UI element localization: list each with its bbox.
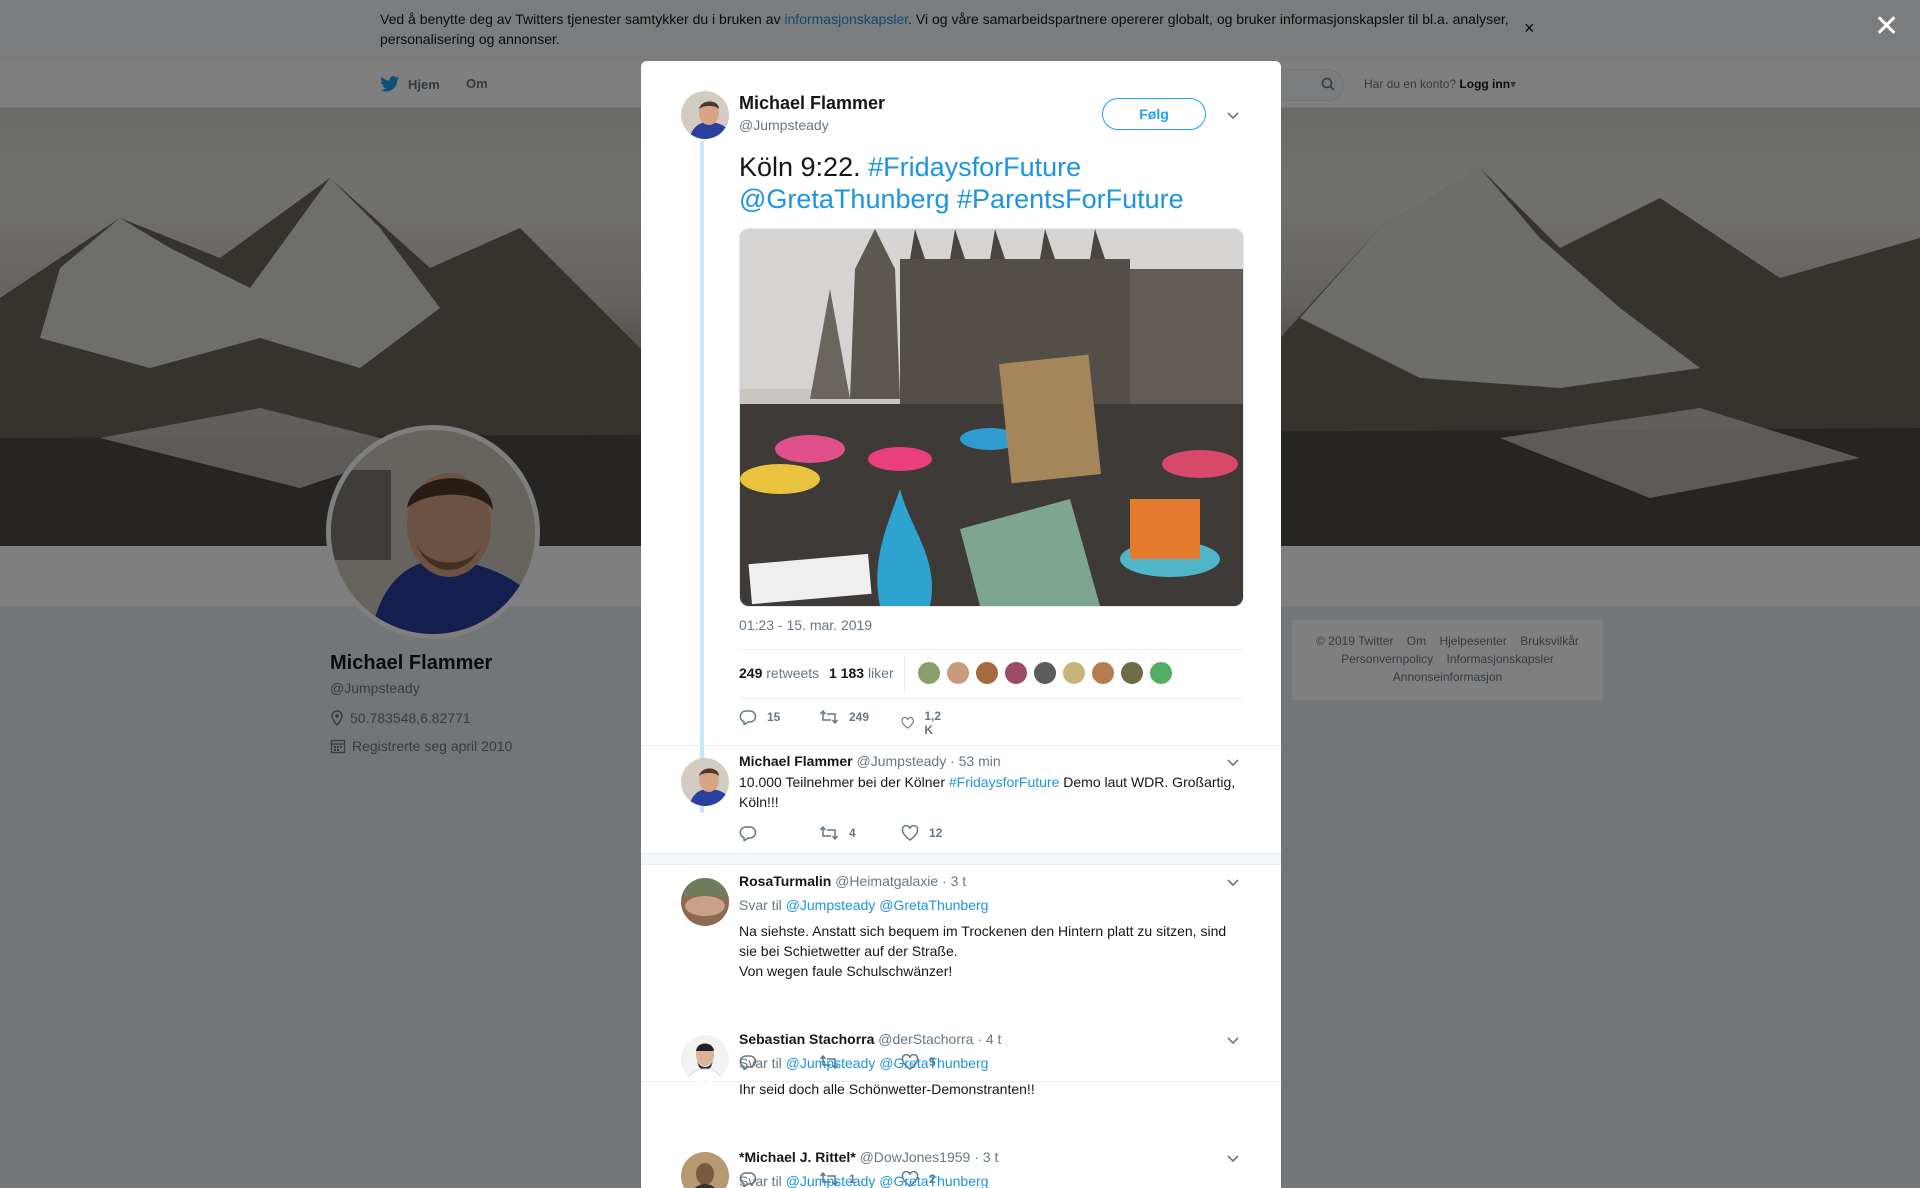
liker-avatar[interactable] [946, 661, 970, 685]
reply-author-name[interactable]: *Michael J. Rittel* [739, 1149, 856, 1165]
divider [641, 745, 1281, 746]
liker-avatar[interactable] [1091, 661, 1115, 685]
hashtag-link[interactable]: #FridaysforFuture [868, 152, 1081, 182]
reply-text: Ihr seid doch alle Schönwetter-Demonstra… [739, 1081, 1035, 1097]
reply-to-label: Svar til [739, 897, 782, 913]
reply-to-line: Svar til @Jumpsteady @GretaThunberg [739, 1173, 988, 1188]
reply-time[interactable]: · 53 min [950, 753, 1001, 769]
like-count: 1,2 K [924, 709, 942, 737]
tweet-text: Köln 9:22. #FridaysforFuture @GretaThunb… [739, 151, 1259, 215]
tweet-author-handle[interactable]: @Jumpsteady [739, 117, 829, 133]
reply-author-handle[interactable]: @Jumpsteady [857, 753, 947, 769]
reply-header: RosaTurmalin @Heimatgalaxie · 3 t [739, 873, 966, 889]
reply-author-name[interactable]: RosaTurmalin [739, 873, 831, 889]
retweet-count: 4 [849, 826, 856, 840]
likes-count: 1 183 [829, 665, 865, 681]
reply-icon [739, 826, 757, 841]
reply-time[interactable]: · 3 t [974, 1149, 998, 1165]
reply-to-mentions[interactable]: @Jumpsteady @GretaThunberg [786, 1055, 989, 1071]
retweets-label: retweets [766, 665, 820, 681]
reply-text: Na siehste. Anstatt sich bequem im Trock… [739, 921, 1244, 981]
avatar-image [681, 878, 729, 926]
reply-header: Sebastian Stachorra @derStachorra · 4 t [739, 1031, 1001, 1047]
reply-author-name[interactable]: Sebastian Stachorra [739, 1031, 874, 1047]
retweet-count: 249 [849, 710, 870, 724]
liker-avatar[interactable] [975, 661, 999, 685]
follow-button[interactable]: Følg [1102, 98, 1206, 130]
tweet-stats: 249 retweets 1 183 liker [739, 649, 1242, 699]
avatar-image [681, 91, 729, 139]
reply-author-name[interactable]: Michael Flammer [739, 753, 853, 769]
reply-text-line: Von wegen faule Schulschwänzer! [739, 963, 953, 979]
reply-avatar[interactable] [681, 1152, 729, 1188]
reply-time[interactable]: · 3 t [942, 873, 966, 889]
retweet-button[interactable]: 249 [819, 709, 869, 725]
reply-button[interactable]: 15 [739, 709, 780, 725]
reply-author-handle[interactable]: @Heimatgalaxie [835, 873, 938, 889]
tweet-photo[interactable] [739, 228, 1244, 607]
reply-header: Michael Flammer @Jumpsteady · 53 min [739, 753, 1001, 769]
reply-text-line: Na siehste. Anstatt sich bequem im Trock… [739, 923, 1227, 959]
modal-close-button[interactable]: ✕ [1874, 12, 1899, 42]
liker-avatar[interactable] [1120, 661, 1144, 685]
chevron-down-icon[interactable] [1226, 755, 1240, 769]
reply-to-label: Svar til [739, 1173, 782, 1188]
reply-to-mentions[interactable]: @Jumpsteady @GretaThunberg [786, 897, 989, 913]
tweet-modal: Michael Flammer @Jumpsteady Følg Köln 9:… [641, 61, 1281, 1188]
reply-to-line: Svar til @Jumpsteady @GretaThunberg [739, 897, 988, 913]
chevron-down-icon[interactable] [1226, 1151, 1240, 1165]
tweet-timestamp[interactable]: 01:23 - 15. mar. 2019 [739, 617, 872, 633]
retweet-button[interactable]: 4 [819, 825, 856, 841]
like-button[interactable]: 12 [901, 825, 942, 841]
protest-photo [740, 229, 1243, 606]
thread-separator [641, 853, 1281, 865]
reply-author-handle[interactable]: @DowJones1959 [860, 1149, 971, 1165]
reply-count: 15 [767, 710, 781, 724]
liker-avatar[interactable] [1033, 661, 1057, 685]
avatar-image [681, 1035, 729, 1083]
reply-header: *Michael J. Rittel* @DowJones1959 · 3 t [739, 1149, 998, 1165]
like-button[interactable]: 1,2 K [901, 709, 946, 737]
liker-avatar[interactable] [1149, 661, 1173, 685]
reply-text: 10.000 Teilnehmer bei der Kölner #Friday… [739, 772, 1244, 812]
liker-avatar[interactable] [917, 661, 941, 685]
reply-button[interactable] [739, 825, 767, 841]
likes-stat[interactable]: 1 183 liker [829, 665, 894, 681]
heart-icon [901, 825, 919, 841]
reply-icon [739, 710, 757, 725]
chevron-down-icon[interactable] [1226, 108, 1240, 122]
reply-text-before: 10.000 Teilnehmer bei der Kölner [739, 774, 949, 790]
stats-divider [904, 655, 905, 693]
retweets-stat[interactable]: 249 retweets [739, 665, 819, 681]
avatar-image [681, 1152, 729, 1188]
heart-icon [901, 716, 914, 729]
likes-label: liker [867, 665, 894, 681]
retweet-icon [819, 709, 839, 725]
tweet-author-name[interactable]: Michael Flammer [739, 93, 885, 114]
mention-link[interactable]: @GretaThunberg [739, 184, 950, 214]
retweets-count: 249 [739, 665, 763, 681]
reply-avatar[interactable] [681, 758, 729, 806]
retweet-icon [819, 825, 839, 841]
avatar-image [681, 758, 729, 806]
reply-avatar[interactable] [681, 1035, 729, 1083]
thread-connector [700, 141, 704, 813]
tweet-text-plain: Köln 9:22. [739, 152, 869, 182]
like-count: 12 [929, 826, 943, 840]
chevron-down-icon[interactable] [1226, 875, 1240, 889]
hashtag-link[interactable]: #ParentsForFuture [957, 184, 1184, 214]
reply-to-label: Svar til [739, 1055, 782, 1071]
reply-to-mentions[interactable]: @Jumpsteady @GretaThunberg [786, 1173, 989, 1188]
reply-avatar[interactable] [681, 878, 729, 926]
liker-avatar[interactable] [1004, 661, 1028, 685]
reply-to-line: Svar til @Jumpsteady @GretaThunberg [739, 1055, 988, 1071]
reply-author-handle[interactable]: @derStachorra [878, 1031, 973, 1047]
hashtag-link[interactable]: #FridaysforFuture [949, 774, 1059, 790]
chevron-down-icon[interactable] [1226, 1033, 1240, 1047]
reply-time[interactable]: · 4 t [977, 1031, 1001, 1047]
liker-avatar[interactable] [1062, 661, 1086, 685]
tweet-author-avatar[interactable] [681, 91, 729, 139]
